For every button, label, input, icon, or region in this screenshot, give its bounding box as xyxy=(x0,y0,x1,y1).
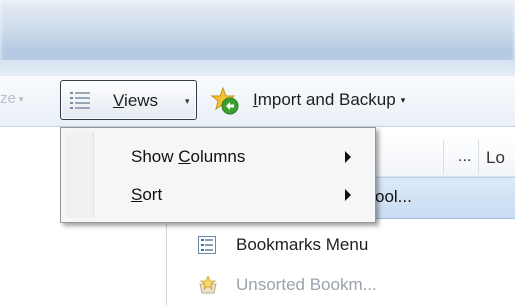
menu-item-label: Show Columns xyxy=(131,147,246,166)
submenu-arrow-icon xyxy=(345,151,351,163)
import-backup-star-icon xyxy=(210,86,239,115)
column-header-name[interactable]: ... xyxy=(458,148,471,166)
table-row-label[interactable]: Bookmarks Menu xyxy=(236,235,368,255)
chevron-down-icon: ▾ xyxy=(18,93,24,104)
bookmarks-menu-icon xyxy=(198,236,216,254)
table-row-label: ool... xyxy=(375,187,412,206)
import-and-backup-button[interactable]: Import and Backup ▾ xyxy=(253,90,405,110)
title-bar-edge xyxy=(0,60,515,76)
menu-item-sort[interactable]: Sort xyxy=(63,176,373,214)
organize-label-fragment: ze xyxy=(0,90,16,107)
column-separator[interactable] xyxy=(443,140,444,174)
column-header-location[interactable]: Lo xyxy=(486,148,505,168)
views-label: Views xyxy=(113,91,159,110)
menu-item-label: Sort xyxy=(131,185,163,204)
submenu-arrow-icon xyxy=(345,189,351,201)
list-view-icon xyxy=(70,92,90,109)
chevron-down-icon: ▾ xyxy=(185,96,190,106)
views-button[interactable]: Views ▾ xyxy=(60,80,197,120)
views-dropdown-menu: Show Columns Sort xyxy=(60,127,376,223)
unsorted-bookmarks-icon xyxy=(199,276,217,294)
table-row-label[interactable]: Unsorted Bookm... xyxy=(236,275,377,295)
menu-item-show-columns[interactable]: Show Columns xyxy=(63,138,373,176)
column-separator[interactable] xyxy=(478,140,479,174)
chevron-down-icon: ▾ xyxy=(400,95,406,106)
library-window: ze ▾ Views ▾ Import and Backup ▾ ... Lo oo… xyxy=(0,0,515,305)
organize-button[interactable]: ze ▾ xyxy=(0,90,23,107)
